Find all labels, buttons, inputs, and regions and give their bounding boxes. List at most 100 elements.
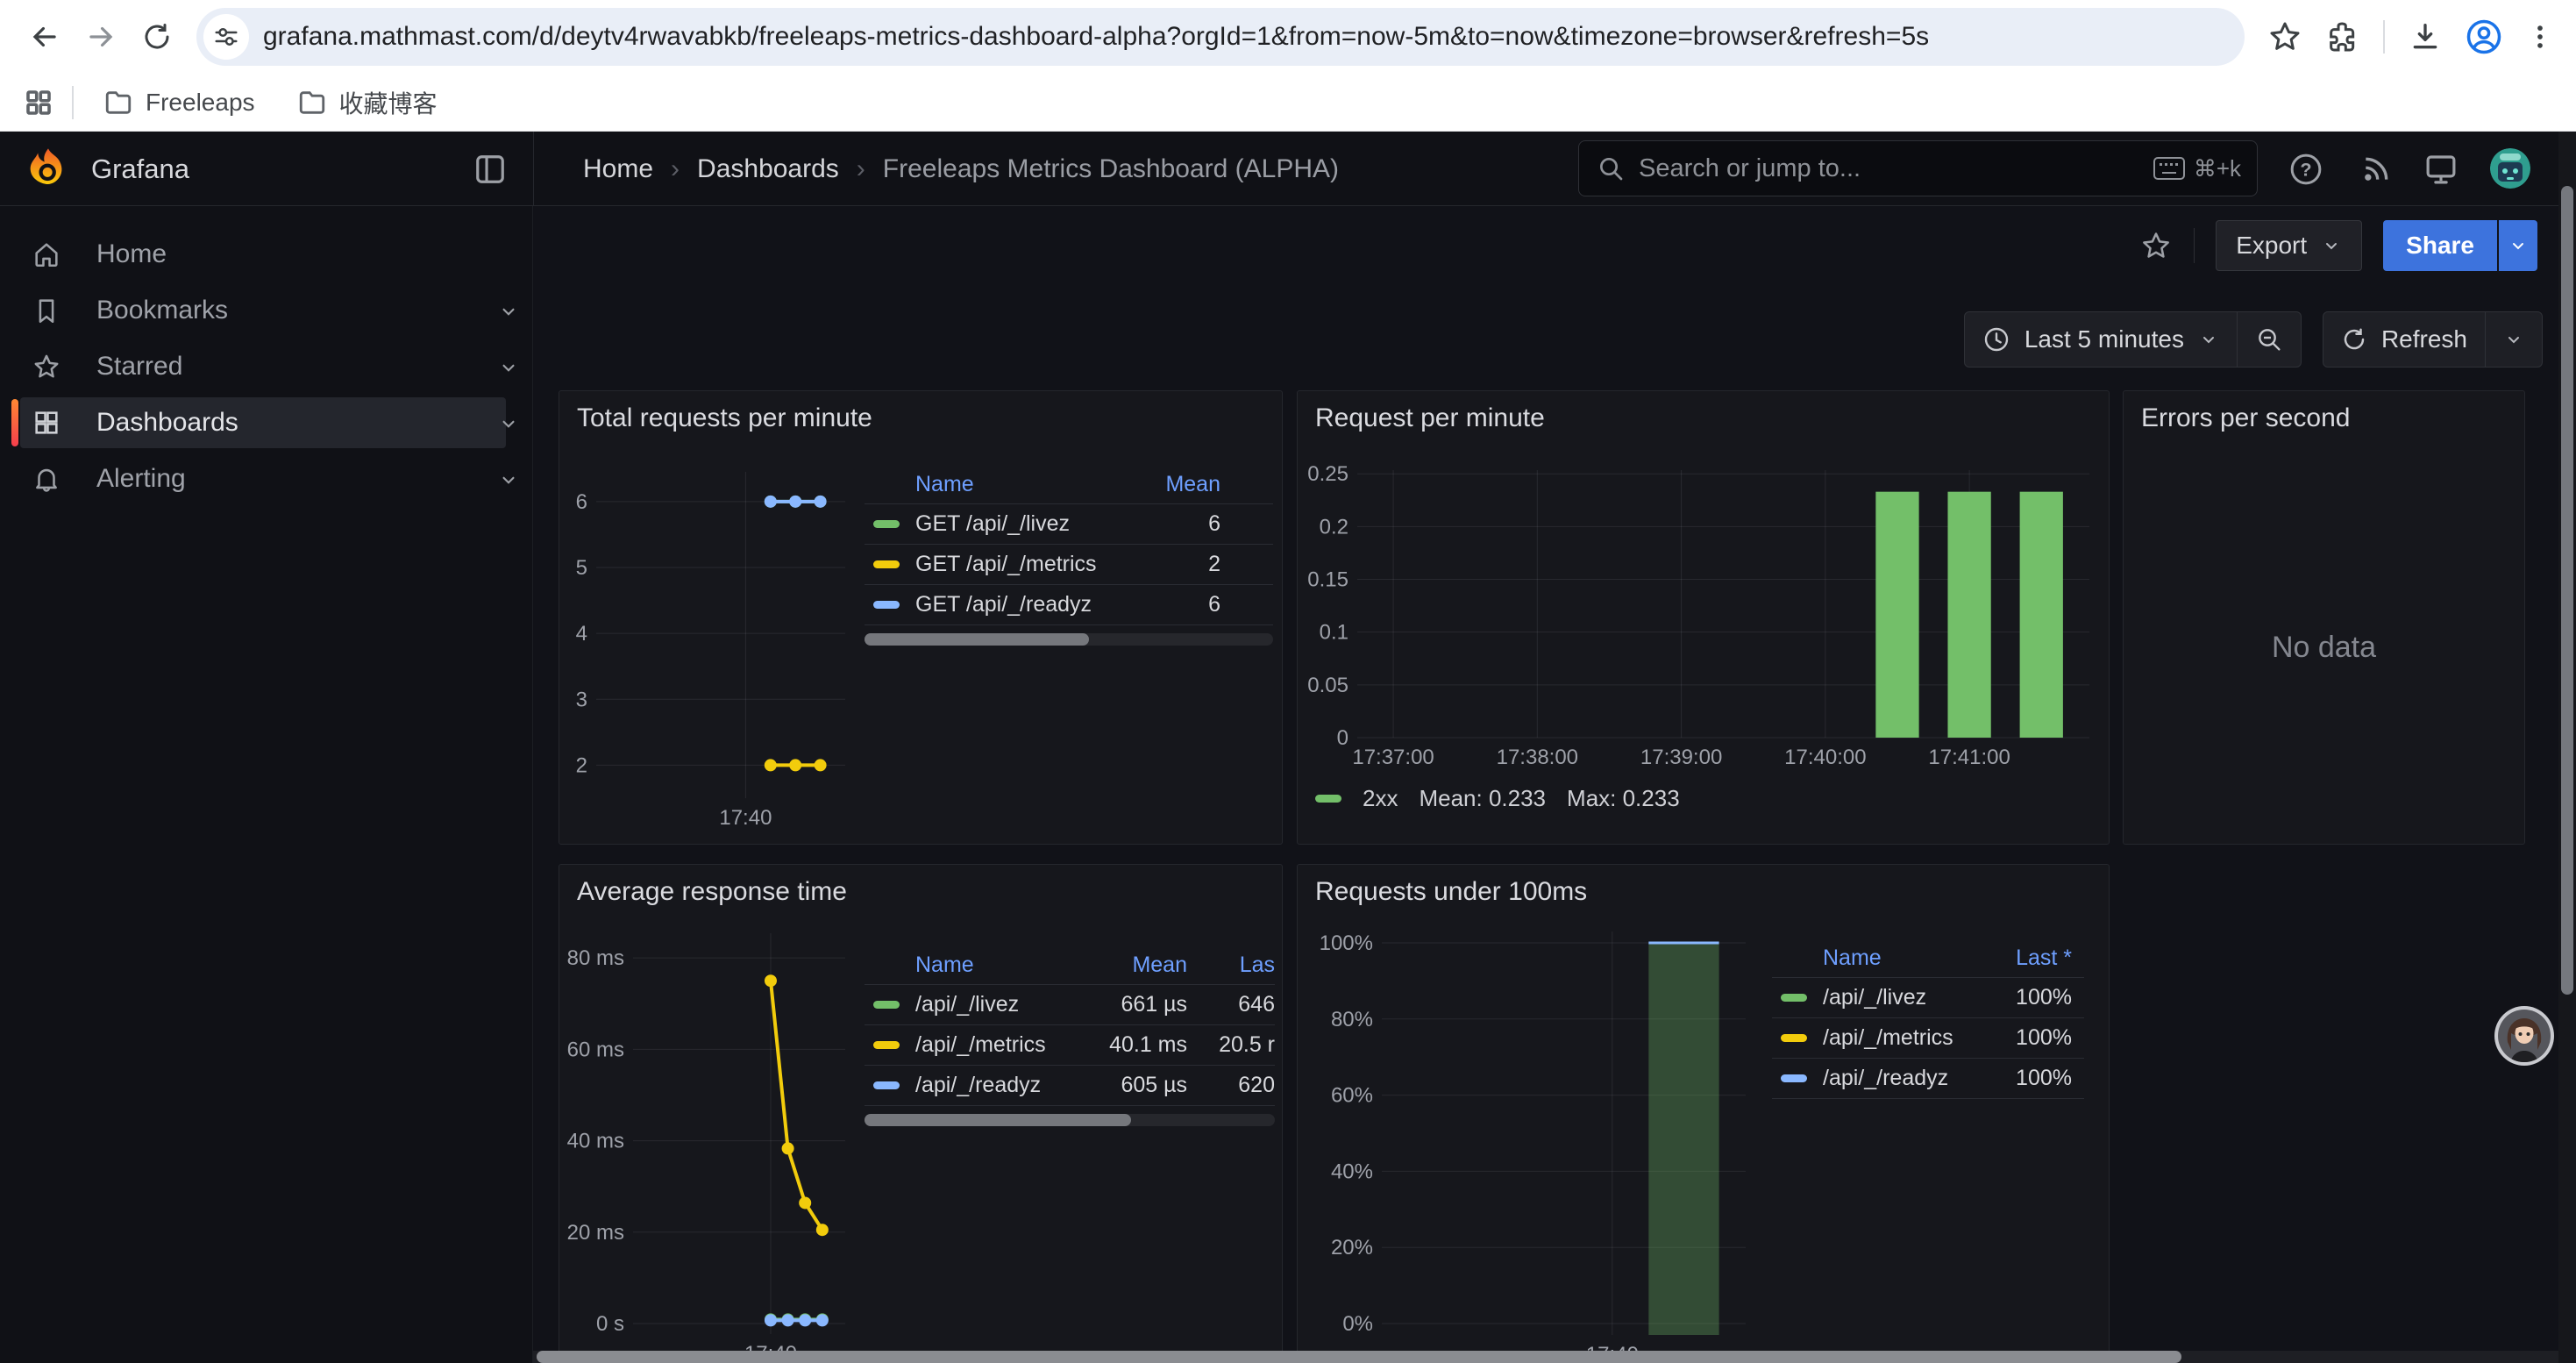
legend-scrollbar-thumb[interactable]	[865, 1114, 1131, 1126]
kiosk-mode-button[interactable]	[2422, 150, 2460, 189]
legend-scrollbar-thumb[interactable]	[865, 633, 1089, 646]
legend-row[interactable]: GET /api/_/livez6	[865, 503, 1273, 544]
monitor-icon	[2423, 151, 2459, 188]
share-button[interactable]: Share	[2383, 220, 2497, 271]
series-color-swatch	[1315, 795, 1341, 803]
rss-icon	[2359, 152, 2394, 187]
sidebar-item-alerting[interactable]: Alerting	[20, 453, 506, 504]
legend-row[interactable]: /api/_/livez100%	[1772, 977, 2084, 1017]
sidebar-item-bookmarks[interactable]: Bookmarks	[20, 285, 506, 336]
export-button[interactable]: Export	[2216, 220, 2362, 271]
forward-button[interactable]	[77, 13, 125, 61]
sidebar-item-starred[interactable]: Starred	[20, 341, 506, 392]
search-bar[interactable]: ⌘+k	[1578, 140, 2258, 196]
sidebar-item-label: Starred	[96, 352, 182, 382]
legend-row[interactable]: GET /api/_/readyz6	[865, 584, 1273, 624]
sidebar-toggle-button[interactable]	[472, 151, 509, 188]
breadcrumb-dashboards[interactable]: Dashboards	[697, 154, 839, 184]
extensions-icon[interactable]	[2325, 19, 2360, 54]
url-input[interactable]	[263, 22, 2222, 52]
downloads-icon[interactable]	[2408, 19, 2443, 54]
panel-title[interactable]: Requests under 100ms	[1298, 865, 2109, 907]
share-menu-button[interactable]	[2499, 220, 2537, 271]
bookmark-folder-blogs[interactable]: 收藏博客	[285, 78, 450, 127]
svg-text:0.2: 0.2	[1320, 515, 1348, 539]
svg-text:0.1: 0.1	[1320, 621, 1348, 645]
back-icon	[28, 20, 61, 54]
search-input[interactable]	[1639, 154, 2139, 183]
sidebar-item-home[interactable]: Home	[20, 229, 506, 280]
breadcrumb-home[interactable]: Home	[583, 154, 653, 184]
vertical-scrollbar-thumb[interactable]	[2561, 186, 2573, 995]
sidebar: Home Bookmarks Starred Dashboards Alerti…	[0, 206, 533, 1363]
expand-chevron[interactable]	[497, 356, 520, 383]
panel-requests-under-100ms: Requests under 100ms 0%20%40%60%80%100%1…	[1297, 864, 2110, 1363]
refresh-group: Refresh	[2323, 311, 2543, 368]
series-color-swatch	[873, 520, 900, 528]
site-settings-button[interactable]	[203, 14, 249, 60]
legend-scrollbar[interactable]	[865, 633, 1273, 646]
bookmark-label: Freeleaps	[146, 89, 255, 117]
panel-title[interactable]: Total requests per minute	[559, 391, 1282, 433]
expand-chevron[interactable]	[497, 300, 520, 327]
legend-row[interactable]: /api/_/metrics40.1 ms20.5 r	[865, 1024, 1275, 1065]
grafana-logo-icon[interactable]	[25, 146, 72, 193]
horizontal-scrollbar[interactable]	[533, 1351, 2558, 1363]
chevron-down-icon	[497, 300, 520, 323]
svg-text:17:38:00: 17:38:00	[1497, 746, 1578, 769]
menu-dots-icon[interactable]	[2525, 22, 2555, 52]
svg-text:17:41:00: 17:41:00	[1928, 746, 2010, 769]
vertical-scrollbar[interactable]	[2558, 132, 2576, 1363]
svg-text:4: 4	[576, 622, 587, 646]
svg-text:20 ms: 20 ms	[567, 1221, 624, 1245]
request-per-minute-legend[interactable]: 2xxMean: 0.233Max: 0.233	[1315, 781, 1680, 816]
expand-chevron[interactable]	[497, 468, 520, 496]
horizontal-scrollbar-thumb[interactable]	[537, 1351, 2181, 1363]
apps-grid-icon[interactable]	[23, 87, 54, 118]
favorite-star-icon[interactable]	[2139, 229, 2173, 262]
news-button[interactable]	[2357, 150, 2395, 189]
time-range-picker[interactable]: Last 5 minutes	[1965, 312, 2237, 367]
search-icon	[1597, 154, 1625, 182]
address-bar[interactable]	[196, 8, 2245, 66]
panel-title[interactable]: Average response time	[559, 865, 1282, 907]
legend-header: NameMeanLas	[865, 946, 1275, 984]
refresh-button[interactable]: Refresh	[2323, 312, 2485, 367]
sidebar-item-label: Bookmarks	[96, 296, 228, 325]
profile-icon[interactable]	[2466, 18, 2502, 55]
refresh-icon	[2341, 326, 2367, 353]
request-per-minute-chart: 00.050.10.150.20.2517:37:0017:38:0017:39…	[1305, 437, 2103, 786]
bookmark-folder-freeleaps[interactable]: Freeleaps	[91, 81, 267, 125]
help-icon: ?	[2288, 152, 2323, 187]
back-button[interactable]	[21, 13, 68, 61]
assistant-avatar-image	[2494, 1005, 2555, 1067]
legend-scrollbar[interactable]	[865, 1114, 1275, 1126]
assistant-avatar[interactable]	[2494, 1005, 2555, 1067]
total-requests-chart: 2345617:40	[563, 437, 856, 833]
sidebar-item-label: Home	[96, 239, 167, 269]
panel-title[interactable]: Request per minute	[1298, 391, 2109, 433]
bookmark-star-icon[interactable]	[2267, 19, 2302, 54]
refresh-interval-button[interactable]	[2486, 312, 2542, 367]
folder-icon	[103, 88, 133, 118]
svg-text:0.25: 0.25	[1307, 462, 1348, 486]
chevron-down-icon	[2321, 235, 2342, 256]
help-button[interactable]: ?	[2287, 150, 2325, 189]
legend-row[interactable]: /api/_/readyz100%	[1772, 1058, 2084, 1098]
legend-row[interactable]: /api/_/metrics100%	[1772, 1017, 2084, 1058]
zoom-out-button[interactable]	[2238, 312, 2301, 367]
expand-chevron[interactable]	[497, 412, 520, 439]
dashboard-area: Export Share Last 5 minutes	[533, 206, 2576, 1363]
panel-average-response-time: Average response time 0 s20 ms40 ms60 ms…	[559, 864, 1283, 1363]
panel-title[interactable]: Errors per second	[2124, 391, 2524, 433]
legend-row[interactable]: GET /api/_/metrics2	[865, 544, 1273, 584]
user-avatar[interactable]	[2490, 148, 2530, 189]
reload-button[interactable]	[133, 13, 181, 61]
sidebar-item-label: Dashboards	[96, 408, 238, 438]
series-color-swatch	[1781, 1034, 1807, 1042]
sidebar-item-dashboards[interactable]: Dashboards	[20, 397, 506, 448]
legend-series-label: 2xx	[1363, 785, 1398, 812]
legend-row[interactable]: /api/_/livez661 µs646	[865, 984, 1275, 1024]
legend-row[interactable]: /api/_/readyz605 µs620	[865, 1065, 1275, 1105]
time-controls: Last 5 minutes Refresh	[1964, 311, 2543, 368]
